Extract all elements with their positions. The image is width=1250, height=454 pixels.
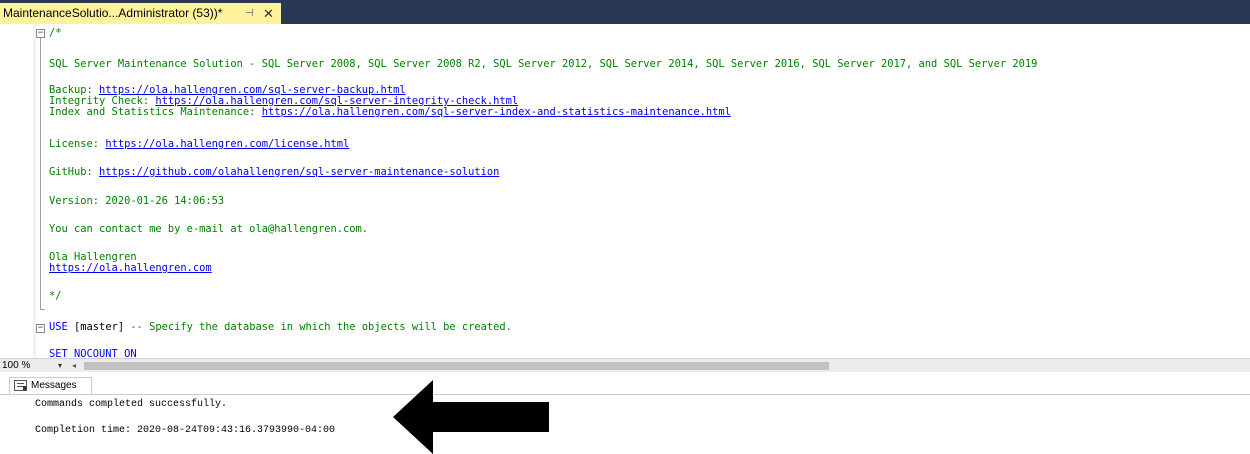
messages-icon <box>14 380 27 391</box>
results-tab-bar: Messages <box>0 372 1250 394</box>
annotation-arrow-icon <box>393 380 549 454</box>
index-label: Index and Statistics Maintenance: <box>49 106 262 118</box>
author-url-line: https://ola.hallengren.com <box>49 263 212 274</box>
tab-messages[interactable]: Messages <box>9 377 92 394</box>
index-line: Index and Statistics Maintenance: https:… <box>49 107 731 118</box>
use-line: USE [master] -- Specify the database in … <box>49 322 512 333</box>
document-tab-strip: MaintenanceSolutio...Administrator (53))… <box>0 0 1250 24</box>
solution-title-line: SQL Server Maintenance Solution - SQL Se… <box>49 58 1038 70</box>
github-line: GitHub: https://github.com/olahallengren… <box>49 167 499 178</box>
collapse-comment-icon[interactable]: − <box>36 29 45 38</box>
license-line: License: https://ola.hallengren.com/lice… <box>49 139 349 150</box>
zoom-level[interactable]: 100 % <box>2 359 30 372</box>
query-editor[interactable]: − − /* SQL Server Maintenance Solution -… <box>0 24 1250 358</box>
fold-guide <box>40 38 41 310</box>
horizontal-scrollbar-thumb[interactable] <box>84 362 829 370</box>
index-link[interactable]: https://ola.hallengren.com/sql-server-in… <box>262 106 731 118</box>
github-label: GitHub: <box>49 166 100 178</box>
github-link[interactable]: https://github.com/olahallengren/sql-ser… <box>99 166 499 178</box>
tab-messages-label: Messages <box>31 380 77 391</box>
comment-open: /* <box>49 27 62 39</box>
fold-guide-end <box>40 309 45 310</box>
use-keyword: USE <box>49 321 68 333</box>
message-line-success: Commands completed successfully. <box>35 399 228 410</box>
use-comment: -- Specify the database in which the obj… <box>130 321 512 333</box>
editor-gutter <box>0 24 33 358</box>
version-line: Version: 2020-01-26 14:06:53 <box>49 195 225 207</box>
editor-status-row: 100 % ▾ ◂ <box>0 358 1250 372</box>
document-tab[interactable]: MaintenanceSolutio...Administrator (53))… <box>0 3 281 24</box>
scroll-left-icon[interactable]: ◂ <box>72 359 76 373</box>
document-tab-title: MaintenanceSolutio...Administrator (53))… <box>3 6 223 20</box>
license-link[interactable]: https://ola.hallengren.com/license.html <box>105 138 349 150</box>
message-line-completion-time: Completion time: 2020-08-24T09:43:16.379… <box>35 425 336 436</box>
license-label: License: <box>49 138 106 150</box>
use-target: [master] <box>67 321 131 333</box>
comment-close: */ <box>49 290 62 302</box>
zoom-dropdown-icon[interactable]: ▾ <box>58 359 62 373</box>
author-link[interactable]: https://ola.hallengren.com <box>49 262 212 274</box>
change-margin <box>33 24 36 358</box>
messages-pane[interactable]: Commands completed successfully. Complet… <box>0 394 1250 454</box>
collapse-use-icon[interactable]: − <box>36 324 45 333</box>
close-icon[interactable]: ✕ <box>263 3 274 24</box>
pin-icon[interactable]: ⊣ <box>245 3 254 24</box>
set-nocount-line: SET NOCOUNT ON <box>49 348 137 359</box>
contact-line: You can contact me by e-mail at ola@hall… <box>49 223 369 235</box>
